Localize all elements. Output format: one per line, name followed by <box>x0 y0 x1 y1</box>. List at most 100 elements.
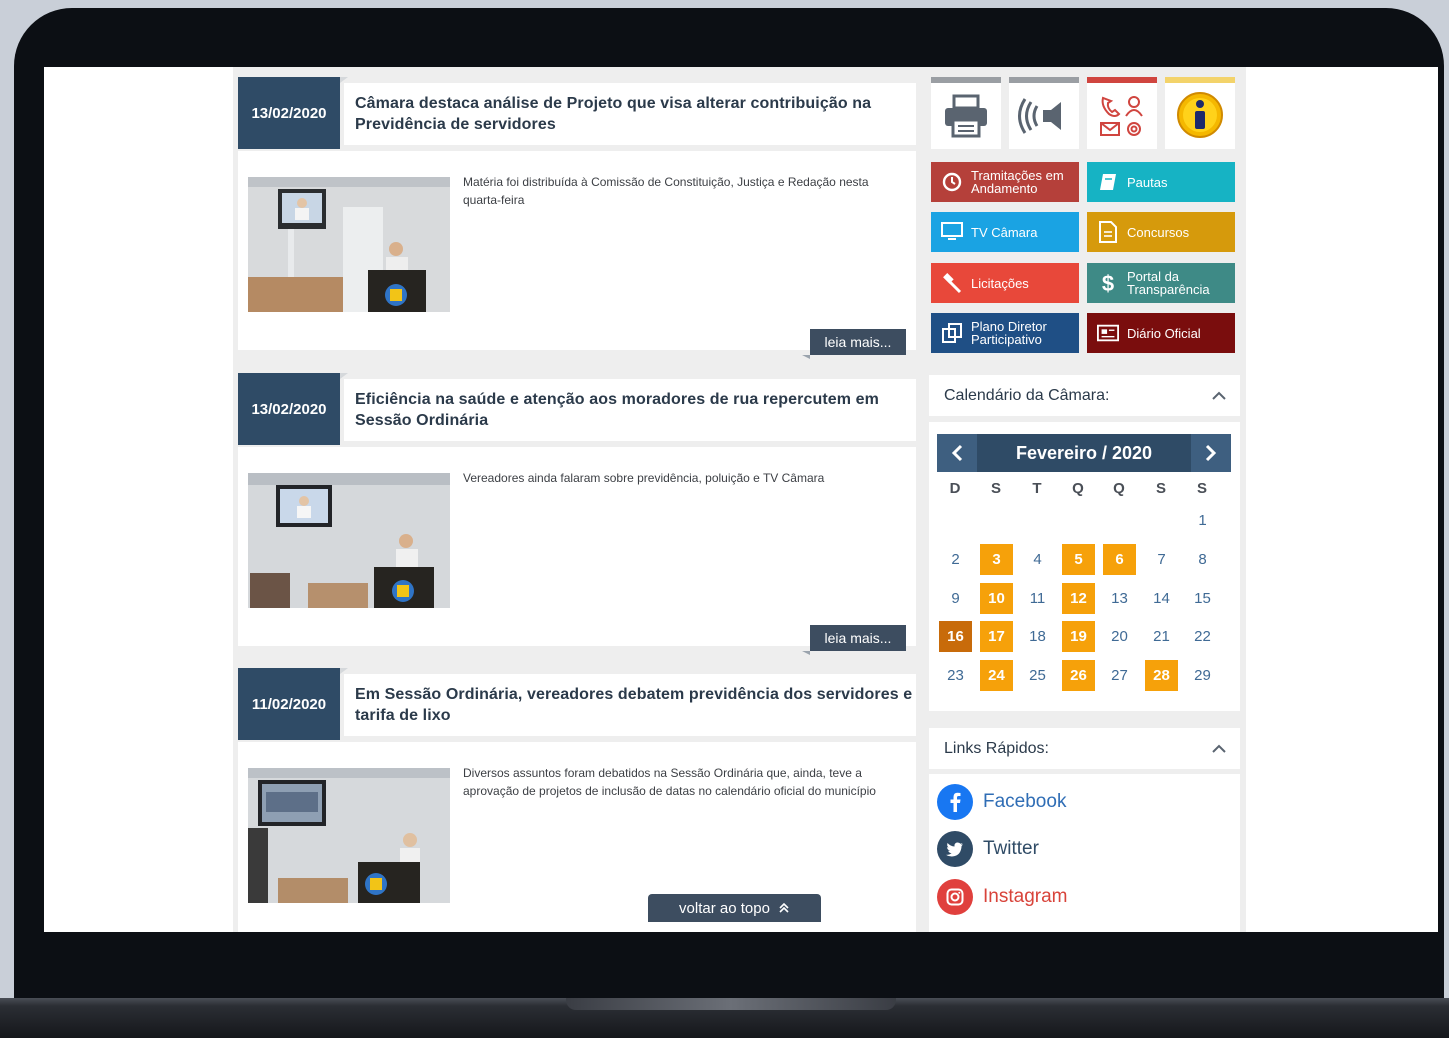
quick-button-transparencia[interactable]: $ Portal da Transparência <box>1087 263 1235 303</box>
news-title[interactable]: Em Sessão Ordinária, vereadores debatem … <box>355 684 916 726</box>
link-label: Facebook <box>983 791 1067 812</box>
calendar-day[interactable]: 14 <box>1145 583 1178 614</box>
news-thumbnail[interactable] <box>248 473 450 608</box>
chevron-right-icon <box>1205 444 1217 462</box>
calendar-prev-button[interactable] <box>937 434 977 472</box>
links-title: Links Rápidos: <box>944 739 1049 757</box>
document-icon <box>1097 221 1119 243</box>
news-date: 13/02/2020 <box>238 373 348 445</box>
calendar-weekday: S <box>1196 480 1207 497</box>
calendar-day[interactable]: 27 <box>1103 660 1136 691</box>
quick-button-licitacoes[interactable]: Licitações <box>931 263 1079 303</box>
calendar-day[interactable]: 1 <box>1186 505 1219 536</box>
quick-button-label: TV Câmara <box>971 224 1038 240</box>
news-summary: Diversos assuntos foram debatidos na Ses… <box>463 766 876 798</box>
news-item: 13/02/2020 Eficiência na saúde e atenção… <box>238 363 916 656</box>
calendar-day[interactable]: 21 <box>1145 621 1178 652</box>
info-icon <box>1177 92 1223 138</box>
calendar-day[interactable]: 11 <box>1021 583 1054 614</box>
info-tool[interactable] <box>1165 77 1235 149</box>
quick-button-label: Diário Oficial <box>1127 325 1201 341</box>
calendar-day[interactable]: 3 <box>980 544 1013 575</box>
news-thumbnail[interactable] <box>248 768 450 903</box>
calendar-day[interactable]: 26 <box>1062 660 1095 691</box>
calendar-weekday: T <box>1032 480 1042 497</box>
instagram-icon <box>937 879 973 915</box>
quick-button-tv-camara[interactable]: TV Câmara <box>931 212 1079 252</box>
calendar-day[interactable]: 20 <box>1103 621 1136 652</box>
quick-button-pautas[interactable]: Pautas <box>1087 162 1235 202</box>
news-title[interactable]: Câmara destaca análise de Projeto que vi… <box>355 93 916 135</box>
print-tool[interactable] <box>931 77 1001 149</box>
link-label: Instagram <box>983 886 1068 907</box>
calendar-month-label: Fevereiro / 2020 <box>1015 442 1153 463</box>
news-title[interactable]: Eficiência na saúde e atenção aos morado… <box>355 389 916 431</box>
chevron-up-icon[interactable] <box>1212 744 1226 753</box>
calendar-day[interactable]: 24 <box>980 660 1013 691</box>
map-icon <box>941 322 963 344</box>
link-facebook[interactable]: Facebook <box>937 784 1066 820</box>
calendar-day[interactable]: 4 <box>1021 544 1054 575</box>
calendar-day[interactable]: 7 <box>1145 544 1178 575</box>
news-item: 11/02/2020 Em Sessão Ordinária, vereador… <box>238 658 916 932</box>
read-more-button[interactable]: leia mais... <box>802 329 906 359</box>
calendar-day[interactable]: 23 <box>939 660 972 691</box>
calendar-day[interactable]: 6 <box>1103 544 1136 575</box>
calendar-day[interactable]: 17 <box>980 621 1013 652</box>
calendar-day[interactable]: 2 <box>939 544 972 575</box>
calendar-day[interactable]: 12 <box>1062 583 1095 614</box>
news-thumbnail[interactable] <box>248 177 450 312</box>
calendar-weekday: D <box>949 480 961 497</box>
read-more-button[interactable]: leia mais... <box>802 625 906 655</box>
page-content: 13/02/2020 Câmara destaca análise de Pro… <box>233 67 1246 932</box>
link-instagram[interactable]: Instagram <box>937 879 1067 915</box>
monitor-icon <box>941 221 963 243</box>
links-panel-header[interactable]: Links Rápidos: <box>929 728 1240 769</box>
screen: 13/02/2020 Câmara destaca análise de Pro… <box>44 67 1438 932</box>
news-item: 13/02/2020 Câmara destaca análise de Pro… <box>238 67 916 360</box>
calendar-day[interactable]: 9 <box>939 583 972 614</box>
news-title-box[interactable]: Em Sessão Ordinária, vereadores debatem … <box>344 674 916 736</box>
double-chevron-up-icon <box>779 903 789 913</box>
news-title-box[interactable]: Câmara destaca análise de Projeto que vi… <box>344 83 916 145</box>
calendar-weekday: S <box>1155 480 1166 497</box>
quick-button-diario-oficial[interactable]: Diário Oficial <box>1087 313 1235 353</box>
calendar-day[interactable]: 5 <box>1062 544 1095 575</box>
calendar-day[interactable]: 19 <box>1062 621 1095 652</box>
calendar-day[interactable]: 15 <box>1186 583 1219 614</box>
quick-links-panel: Facebook Twitter Instagram <box>929 774 1240 932</box>
calendar-day[interactable]: 25 <box>1021 660 1054 691</box>
news-title-box[interactable]: Eficiência na saúde e atenção aos morado… <box>344 379 916 441</box>
back-to-top-button[interactable]: voltar ao topo <box>648 894 821 922</box>
back-to-top-label: voltar ao topo <box>679 899 770 917</box>
laptop-notch <box>566 998 896 1010</box>
contact-tool[interactable] <box>1087 77 1157 149</box>
calendar-widget: Fevereiro / 2020 D S T Q Q S S 1 2 3 4 5 6 7 8 9 10 11 12 1… <box>929 422 1240 711</box>
calendar-day[interactable]: 22 <box>1186 621 1219 652</box>
quick-button-concursos[interactable]: Concursos <box>1087 212 1235 252</box>
calendar-weekday: S <box>990 480 1001 497</box>
calendar-day[interactable]: 8 <box>1186 544 1219 575</box>
dollar-icon: $ <box>1101 270 1115 296</box>
contact-icon <box>1100 96 1143 136</box>
calendar-next-button[interactable] <box>1191 434 1231 472</box>
calendar-day[interactable]: 16 <box>939 621 972 652</box>
clock-icon <box>941 171 963 193</box>
speaker-icon <box>1018 98 1061 134</box>
printer-icon <box>945 94 987 138</box>
calendar-panel-header[interactable]: Calendário da Câmara: <box>929 375 1240 416</box>
quick-button-tramitacoes[interactable]: Tramitações em Andamento <box>931 162 1079 202</box>
quick-button-label: Tramitações em Andamento <box>971 168 1064 196</box>
audio-tool[interactable] <box>1009 77 1079 149</box>
calendar-day[interactable]: 29 <box>1186 660 1219 691</box>
calendar-day[interactable]: 10 <box>980 583 1013 614</box>
news-body: Matéria foi distribuída à Comissão de Co… <box>238 151 916 359</box>
calendar-day[interactable]: 13 <box>1103 583 1136 614</box>
gavel-icon <box>941 272 963 294</box>
quick-button-label: Plano Diretor Participativo <box>971 319 1047 347</box>
calendar-day[interactable]: 28 <box>1145 660 1178 691</box>
quick-button-plano-diretor[interactable]: Plano Diretor Participativo <box>931 313 1079 353</box>
calendar-day[interactable]: 18 <box>1021 621 1054 652</box>
chevron-up-icon[interactable] <box>1212 391 1226 400</box>
link-twitter[interactable]: Twitter <box>937 831 1039 867</box>
